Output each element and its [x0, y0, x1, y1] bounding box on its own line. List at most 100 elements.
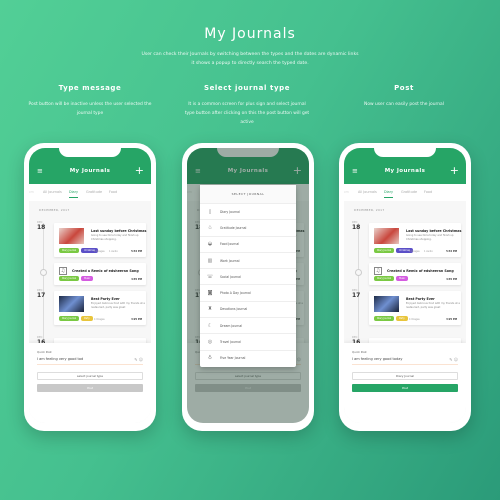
phone-select-journal: ≡My Journals+HomAll JournalsDiaryGratitu…	[182, 143, 314, 431]
date-link-17[interactable]: 17	[37, 292, 45, 299]
month-label: DECEMBER, 2017	[354, 208, 385, 212]
phone-post: ≡My Journals+HomAll JournalsDiaryGratitu…	[339, 143, 471, 431]
column-select-type: Select journal type It is a common screen…	[177, 84, 317, 127]
journal-option-social-journal[interactable]: ☏ Social Journal	[200, 268, 296, 284]
entry-title: Best Party Ever	[406, 297, 435, 301]
timeline-line	[43, 223, 44, 353]
tab-gratitude[interactable]: Gratitude	[401, 190, 417, 194]
tab-all-journals[interactable]: All Journals	[43, 190, 62, 194]
select-journal-type-button[interactable]: select journal type	[37, 372, 143, 380]
tab-hom[interactable]: Hom	[344, 190, 349, 194]
column-title: Type message	[58, 84, 122, 92]
plus-icon[interactable]: +	[450, 164, 459, 177]
entry-tags: Diary JournalParty	[59, 316, 93, 321]
journal-entry-card[interactable]: Last sunday before ChristmasGoing to see…	[54, 223, 146, 257]
phone-type-message: ≡My Journals+HomAll JournalsDiaryGratitu…	[24, 143, 156, 431]
dream-journal-icon: ☾	[207, 322, 213, 329]
journal-option-label: Social Journal	[220, 274, 241, 279]
journal-option-devotions-journal[interactable]: ♜ Devotions Journal	[200, 300, 296, 317]
journal-entry-card[interactable]: Best Party EverEnjoyed delicious food wi…	[369, 291, 461, 325]
journal-option-label: Dream Journal	[220, 323, 243, 328]
app-header: ≡ My Journals +	[344, 148, 466, 184]
entry-image	[59, 228, 84, 244]
audio-count: 1 Audio	[109, 250, 118, 253]
column-type-message: Type message Post button will be inactive…	[20, 84, 160, 118]
image-count: 4 Images	[94, 318, 105, 321]
app-title: My Journals	[69, 168, 111, 174]
journal-option-food-journal[interactable]: ◒ Food Journal	[200, 235, 296, 252]
column-title: Select journal type	[203, 84, 291, 92]
entry-title: Created a Remix of edsheeran Song	[387, 269, 454, 273]
journal-option-diary-journal[interactable]: ▯ Diary Journal	[200, 203, 296, 219]
photo-journal-icon: ◙	[207, 290, 213, 297]
tag-diary-journal[interactable]: Diary Journal	[59, 276, 80, 281]
notch	[374, 148, 436, 157]
tag-diary-journal[interactable]: Diary Journal	[59, 316, 80, 321]
audio-count: 1 Audio	[424, 250, 433, 253]
journal-entry-card[interactable]: Last sunday before ChristmasGoing to see…	[369, 223, 461, 257]
journal-option-five-year-journal[interactable]: ♁ Five Year Journal	[200, 349, 296, 366]
journal-option-gratitude-journal[interactable]: ♧ Gratitude Journal	[200, 219, 296, 235]
quick-post-input[interactable]: I am feeling very good today	[352, 357, 458, 365]
tag-music[interactable]: Music	[81, 276, 94, 281]
entry-time: 4:45 PM	[131, 278, 142, 281]
tab-gratitude[interactable]: Gratitude	[86, 190, 102, 194]
tab-all-journals[interactable]: All Journals	[358, 190, 377, 194]
plus-icon[interactable]: +	[135, 164, 144, 177]
journal-option-work-journal[interactable]: ▥ Work Journal	[200, 251, 296, 268]
entry-title: Created a Remix of edsheeran Song	[72, 269, 139, 273]
post-button[interactable]: Post	[352, 384, 458, 392]
tag-music[interactable]: Music	[396, 276, 409, 281]
journal-option-label: Food Journal	[220, 242, 240, 247]
entry-time: 5:34 PM	[446, 250, 457, 253]
tab-diary[interactable]: Diary	[384, 190, 394, 198]
journal-tabs: Hom All Journals Diary Gratitude Food	[29, 184, 151, 201]
entry-description: Enjoyed delicious food with my friends a…	[91, 302, 145, 309]
journal-option-travel-journal[interactable]: ◎ Travel Journal	[200, 333, 296, 349]
screen: ≡My Journals+HomAll JournalsDiaryGratitu…	[187, 148, 309, 423]
tab-food[interactable]: Food	[109, 190, 117, 194]
tag-diary-journal[interactable]: Diary Journal	[374, 316, 395, 321]
image-count: 4 Images	[409, 250, 420, 253]
select-journal-type-button[interactable]: Diary Journal	[352, 372, 458, 380]
date-link-18[interactable]: 18	[352, 224, 360, 231]
timeline-line	[358, 223, 359, 353]
journal-entry-card[interactable]: ♫ Created a Remix of edsheeran Song Diary …	[369, 263, 461, 285]
tag-diary-journal[interactable]: Diary Journal	[374, 248, 395, 253]
tag-party[interactable]: Party	[396, 316, 408, 321]
food-journal-icon: ◒	[207, 241, 213, 248]
journal-entry-card[interactable]: Best Party EverEnjoyed delicious food wi…	[54, 291, 146, 325]
journal-option-dream-journal[interactable]: ☾ Dream Journal	[200, 317, 296, 333]
tag-diary-journal[interactable]: Diary Journal	[374, 276, 395, 281]
social-journal-icon: ☏	[206, 273, 214, 280]
entry-title: Last sunday before Christmas	[91, 229, 147, 233]
timeline-dot	[355, 269, 362, 276]
journal-option-label: Photo A Day Journal	[220, 291, 251, 296]
quick-post-panel: Quick Post I am feeling very good tod ✎ ☺ s…	[29, 343, 151, 423]
quick-post-panel: Quick Post I am feeling very good today ✎ …	[344, 343, 466, 423]
entry-description: Going to see Dora today and finish up Ch…	[91, 234, 139, 241]
attach-emoji-icons[interactable]: ✎ ☺	[134, 357, 143, 362]
post-button: Post	[37, 384, 143, 392]
entry-description: Going to see Dora today and finish up Ch…	[406, 234, 454, 241]
date-link-18[interactable]: 18	[37, 224, 45, 231]
quick-post-input[interactable]: I am feeling very good tod	[37, 357, 143, 365]
app-title: My Journals	[384, 168, 426, 174]
app-header: ≡ My Journals +	[29, 148, 151, 184]
tab-diary[interactable]: Diary	[69, 190, 79, 198]
journal-tabs: Hom All Journals Diary Gratitude Food	[344, 184, 466, 201]
entry-time: 3:25 PM	[131, 318, 142, 321]
tag-diary-journal[interactable]: Diary Journal	[59, 248, 80, 253]
tab-food[interactable]: Food	[424, 190, 432, 194]
journal-option-photo-a-day-journal[interactable]: ◙ Photo A Day Journal	[200, 284, 296, 300]
entry-tags: Diary JournalChristmas	[374, 248, 414, 253]
tab-hom[interactable]: Hom	[29, 190, 34, 194]
attach-emoji-icons[interactable]: ✎ ☺	[449, 357, 458, 362]
screen: ≡My Journals+HomAll JournalsDiaryGratitu…	[344, 148, 466, 423]
date-link-17[interactable]: 17	[352, 292, 360, 299]
image-count: 4 Images	[409, 318, 420, 321]
entry-title: Last sunday before Christmas	[406, 229, 462, 233]
journal-entry-card[interactable]: ♫ Created a Remix of edsheeran Song Diary …	[54, 263, 146, 285]
tag-party[interactable]: Party	[81, 316, 93, 321]
quick-post-label: Quick Post	[352, 350, 367, 354]
